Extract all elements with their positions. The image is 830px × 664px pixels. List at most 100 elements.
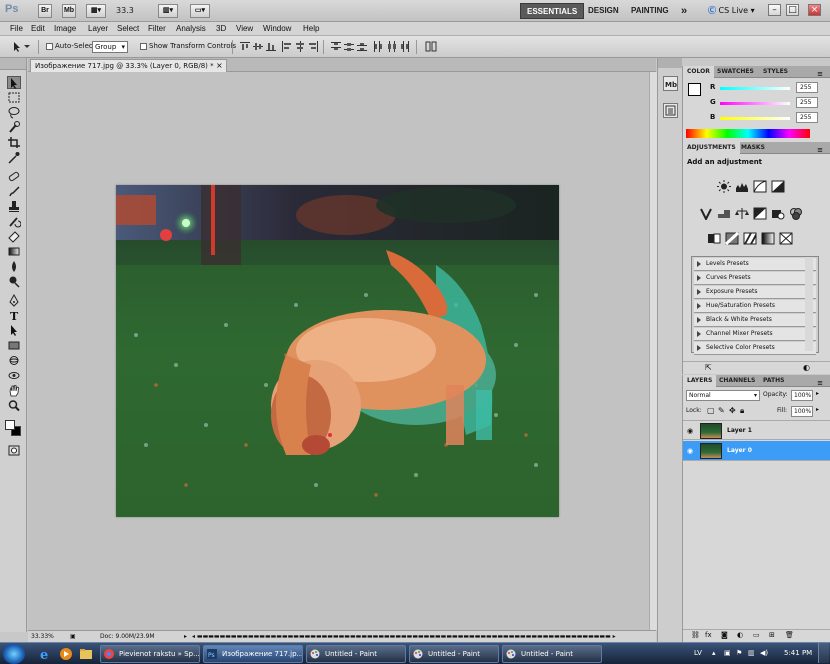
layer-row-layer-0[interactable]: ◉ Layer 0 [683, 441, 830, 461]
crop-tool-icon[interactable] [7, 136, 21, 149]
menu-image[interactable]: Image [54, 24, 76, 33]
history-panel-icon[interactable] [663, 103, 678, 118]
layer-row-layer-1[interactable]: ◉ Layer 1 [683, 420, 830, 440]
menu-select[interactable]: Select [117, 24, 139, 33]
tool-preset-picker[interactable] [12, 41, 32, 52]
media-player-icon[interactable] [58, 646, 74, 662]
taskbar-button-browser[interactable]: Pievienot rakstu » Sp... [100, 645, 200, 663]
zoom-tool-icon[interactable] [7, 399, 21, 412]
menu-filter[interactable]: Filter [148, 24, 166, 33]
status-menu-arrow-icon[interactable]: ▸ [184, 633, 187, 640]
hand-tool-icon[interactable] [7, 384, 21, 397]
tab-layers[interactable]: LAYERS [683, 375, 717, 387]
return-to-list-icon[interactable]: ⇱ [705, 363, 712, 372]
presets-scrollbar[interactable] [805, 257, 813, 351]
close-button[interactable]: × [808, 4, 821, 16]
new-adjustment-layer-icon[interactable]: ◐ [737, 631, 743, 639]
cs-live-menu[interactable]: Ⓒ CS Live ▾ [708, 4, 755, 18]
eyedropper-tool-icon[interactable] [7, 151, 21, 164]
lock-image-pixels-icon[interactable]: ✎ [718, 406, 725, 415]
foreground-color-swatch[interactable] [688, 83, 701, 96]
mini-bridge-button[interactable]: Mb [62, 4, 76, 18]
auto-select-checkbox[interactable] [46, 43, 53, 50]
gradient-map-icon[interactable] [761, 232, 775, 245]
color-spectrum-ramp[interactable] [686, 129, 810, 138]
green-value-input[interactable]: 255 [796, 97, 818, 108]
preset-selective-color[interactable]: Selective Color Presets [694, 342, 816, 355]
3d-rotate-tool-icon[interactable] [7, 354, 21, 367]
menu-layer[interactable]: Layer [88, 24, 108, 33]
distribute-bottom-icon[interactable] [357, 41, 367, 52]
history-brush-tool-icon[interactable] [7, 215, 22, 228]
dock-grip[interactable] [658, 58, 682, 68]
tab-channels[interactable]: CHANNELS [715, 375, 759, 387]
red-slider[interactable] [720, 87, 790, 90]
view-extras-dropdown[interactable]: ▦▾ [86, 4, 106, 18]
align-top-icon[interactable] [240, 41, 250, 52]
quick-selection-tool-icon[interactable] [7, 121, 21, 134]
tab-styles[interactable]: STYLES [759, 66, 792, 78]
pen-tool-icon[interactable] [7, 293, 21, 307]
lock-all-icon[interactable]: 🔒︎ [740, 406, 744, 416]
lasso-tool-icon[interactable] [7, 106, 21, 119]
tray-app-icon[interactable]: ▣ [724, 649, 731, 657]
menu-edit[interactable]: Edit [31, 24, 45, 33]
brush-tool-icon[interactable] [7, 185, 21, 198]
taskbar-button-paint-1[interactable]: Untitled - Paint [306, 645, 406, 663]
preset-levels[interactable]: Levels Presets [694, 258, 816, 271]
document-tab[interactable]: Изображение 717.jpg @ 33.3% (Layer 0, RG… [30, 59, 227, 72]
menu-view[interactable]: View [236, 24, 253, 33]
taskbar-button-photoshop[interactable]: Ps Изображение 717.jp... [203, 645, 303, 663]
align-right-icon[interactable] [308, 41, 318, 52]
selective-color-icon[interactable] [779, 232, 793, 245]
tools-panel-grip[interactable] [0, 58, 26, 70]
eye-icon[interactable]: ◉ [687, 427, 695, 435]
bridge-button[interactable]: Br [38, 4, 52, 18]
menu-analysis[interactable]: Analysis [176, 24, 206, 33]
eye-icon[interactable]: ◉ [687, 447, 695, 455]
align-horizontal-center-icon[interactable] [295, 41, 305, 52]
align-bottom-icon[interactable] [266, 41, 276, 52]
arrange-documents-dropdown[interactable]: ▥▾ [158, 4, 178, 18]
align-left-icon[interactable] [282, 41, 292, 52]
menu-3d[interactable]: 3D [216, 24, 226, 33]
preset-black-white[interactable]: Black & White Presets [694, 314, 816, 327]
zoom-level-field[interactable]: 33.3 [116, 5, 156, 17]
green-slider[interactable] [720, 102, 790, 105]
minimize-button[interactable]: – [768, 4, 781, 16]
add-mask-icon[interactable]: ◙ [721, 631, 728, 639]
black-white-icon[interactable] [753, 207, 767, 220]
flag-icon[interactable]: ⚑ [736, 649, 742, 657]
link-layers-icon[interactable]: ⛓ [691, 631, 700, 639]
explorer-folder-icon[interactable] [78, 646, 94, 662]
start-button[interactable] [3, 644, 25, 664]
color-swatches-icon[interactable] [5, 420, 23, 438]
menu-window[interactable]: Window [263, 24, 291, 33]
spot-healing-brush-icon[interactable] [7, 170, 21, 183]
internet-explorer-icon[interactable]: e [38, 646, 54, 663]
menu-help[interactable]: Help [303, 24, 319, 33]
eraser-tool-icon[interactable] [7, 230, 21, 243]
preset-exposure[interactable]: Exposure Presets [694, 286, 816, 299]
curves-icon[interactable] [753, 180, 767, 193]
vibrance-icon[interactable] [699, 207, 713, 222]
clone-stamp-tool-icon[interactable] [7, 200, 21, 213]
workspace-painting[interactable]: PAINTING [625, 3, 675, 19]
taskbar-button-paint-3[interactable]: Untitled - Paint [502, 645, 602, 663]
network-icon[interactable]: ▥ [748, 649, 755, 657]
auto-select-dropdown[interactable]: Group ▾ [92, 41, 128, 53]
taskbar-button-paint-2[interactable]: Untitled - Paint [409, 645, 499, 663]
mini-bridge-panel-icon[interactable]: Mb [663, 76, 678, 91]
panel-menu-icon[interactable]: ≡ [813, 68, 827, 80]
tab-paths[interactable]: PATHS [759, 375, 788, 387]
workspace-design[interactable]: DESIGN [582, 3, 625, 19]
opacity-slider-arrow-icon[interactable]: ▸ [816, 390, 819, 397]
preset-channel-mixer[interactable]: Channel Mixer Presets [694, 328, 816, 341]
type-tool-icon[interactable]: T [7, 309, 21, 323]
align-vertical-center-icon[interactable] [253, 41, 263, 52]
tab-adjustments[interactable]: ADJUSTMENTS [683, 142, 740, 154]
distribute-horizontal-center-icon[interactable] [386, 41, 396, 52]
tab-masks[interactable]: MASKS [737, 142, 769, 154]
exposure-icon[interactable] [771, 180, 785, 193]
threshold-icon[interactable] [743, 232, 757, 245]
